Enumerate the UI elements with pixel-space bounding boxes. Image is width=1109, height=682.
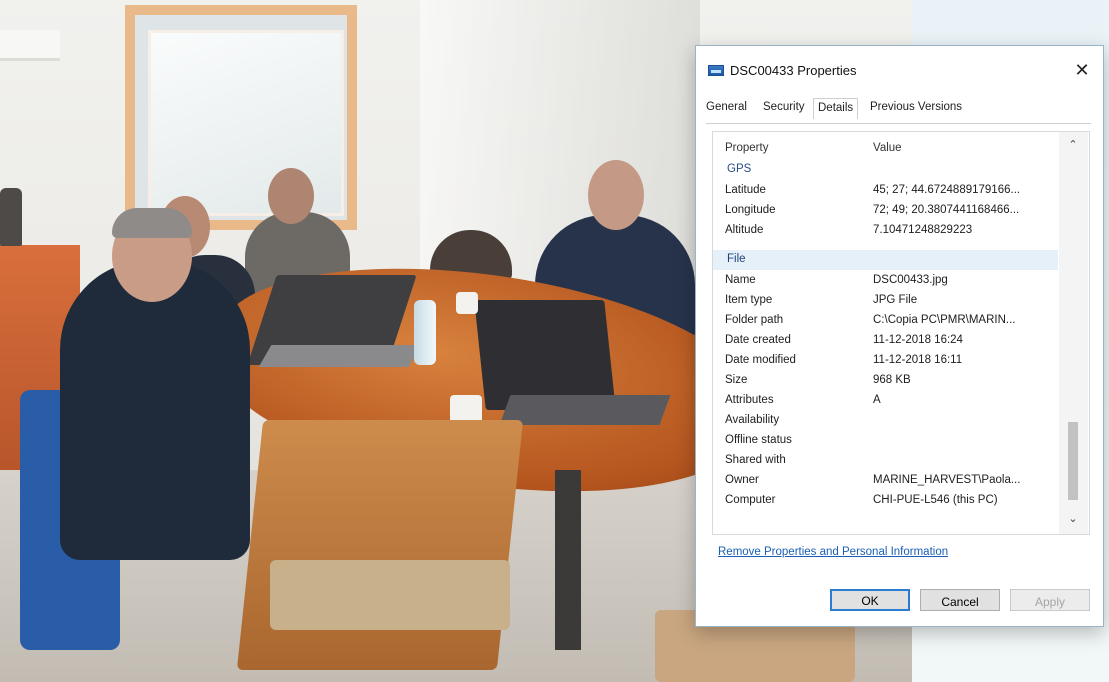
person-1-body bbox=[60, 260, 250, 560]
close-icon[interactable]: ✕ bbox=[1068, 56, 1096, 84]
window-pane bbox=[148, 30, 344, 216]
property-row[interactable]: Folder path C:\Copia PC\PMR\MARIN... bbox=[713, 311, 1058, 331]
scroll-thumb[interactable] bbox=[1068, 422, 1078, 500]
property-value: A bbox=[873, 394, 881, 406]
property-name: Date modified bbox=[725, 354, 796, 366]
property-row[interactable]: Owner MARINE_HARVEST\Paola... bbox=[713, 471, 1058, 491]
property-row[interactable]: Date created 11-12-2018 16:24 bbox=[713, 331, 1058, 351]
property-row[interactable]: Date modified 11-12-2018 16:11 bbox=[713, 351, 1058, 371]
column-header-value[interactable]: Value bbox=[873, 142, 902, 154]
property-name: Item type bbox=[725, 294, 773, 306]
property-row[interactable]: Item type JPG File bbox=[713, 291, 1058, 311]
property-row[interactable]: Shared with bbox=[713, 451, 1058, 471]
property-row[interactable]: Latitude 45; 27; 44.6724889179166... bbox=[713, 181, 1058, 201]
laptop-base-left bbox=[258, 345, 422, 367]
property-value: JPG File bbox=[873, 294, 918, 306]
property-row[interactable]: Attributes A bbox=[713, 391, 1058, 411]
tab-general[interactable]: General bbox=[706, 101, 747, 113]
air-conditioner bbox=[0, 30, 60, 61]
property-name: Longitude bbox=[725, 204, 776, 216]
group-file: File bbox=[713, 250, 1058, 270]
tab-previous-versions[interactable]: Previous Versions bbox=[870, 101, 962, 113]
ok-button[interactable]: OK bbox=[830, 589, 910, 611]
property-name: Size bbox=[725, 374, 748, 386]
table-leg bbox=[555, 470, 581, 650]
property-value: C:\Copia PC\PMR\MARIN... bbox=[873, 314, 1016, 326]
thermos bbox=[0, 188, 22, 246]
vertical-scrollbar[interactable]: ⌃ ⌄ bbox=[1059, 132, 1088, 534]
remove-properties-link[interactable]: Remove Properties and Personal Informati… bbox=[718, 546, 948, 558]
property-value: 45; 27; 44.6724889179166... bbox=[873, 184, 1021, 196]
laptop-base-right bbox=[499, 395, 671, 425]
property-name: Offline status bbox=[725, 434, 792, 446]
property-value: DSC00433.jpg bbox=[873, 274, 948, 286]
property-row[interactable]: Computer CHI-PUE-L546 (this PC) bbox=[713, 491, 1058, 511]
group-label: File bbox=[727, 253, 746, 265]
property-row[interactable]: Altitude 7.10471248829223 bbox=[713, 221, 1058, 241]
tab-strip: General Security Details Previous Versio… bbox=[706, 98, 1096, 122]
property-row[interactable]: Name DSC00433.jpg bbox=[713, 271, 1058, 291]
group-label: GPS bbox=[727, 163, 752, 175]
chevron-up-icon[interactable]: ⌃ bbox=[1067, 140, 1079, 151]
chair-seat bbox=[270, 560, 510, 630]
group-gps: GPS bbox=[713, 160, 1058, 180]
property-row[interactable]: Size 968 KB bbox=[713, 371, 1058, 391]
tab-details[interactable]: Details bbox=[813, 98, 859, 119]
tab-security[interactable]: Security bbox=[763, 101, 805, 113]
property-name: Availability bbox=[725, 414, 780, 426]
property-value: 968 KB bbox=[873, 374, 911, 386]
property-name: Name bbox=[725, 274, 756, 286]
person-1-hair bbox=[112, 208, 192, 238]
dialog-title: DSC00433 Properties bbox=[730, 63, 857, 78]
water-bottle bbox=[414, 300, 436, 365]
property-value: 11-12-2018 16:24 bbox=[873, 334, 963, 346]
property-value: 72; 49; 20.3807441168466... bbox=[873, 204, 1020, 216]
person-4-head bbox=[588, 160, 644, 230]
property-name: Date created bbox=[725, 334, 791, 346]
properties-dialog: DSC00433 Properties ✕ General Security D… bbox=[695, 45, 1104, 627]
cancel-button[interactable]: Cancel bbox=[920, 589, 1000, 611]
property-row[interactable]: Offline status bbox=[713, 431, 1058, 451]
laptop-screen-right bbox=[474, 300, 616, 410]
property-name: Computer bbox=[725, 494, 776, 506]
chevron-down-icon[interactable]: ⌄ bbox=[1067, 514, 1079, 525]
title-bar[interactable]: DSC00433 Properties ✕ bbox=[696, 46, 1103, 92]
wooden-chair bbox=[236, 420, 524, 670]
tab-divider bbox=[706, 123, 1091, 124]
property-row[interactable]: Availability bbox=[713, 411, 1058, 431]
property-value: CHI-PUE-L546 (this PC) bbox=[873, 494, 998, 506]
coffee-mug-small bbox=[456, 292, 478, 314]
property-name: Altitude bbox=[725, 224, 764, 236]
property-name: Latitude bbox=[725, 184, 766, 196]
apply-button[interactable]: Apply bbox=[1010, 589, 1090, 611]
property-name: Owner bbox=[725, 474, 759, 486]
details-list[interactable]: Property Value GPS Latitude 45; 27; 44.67… bbox=[712, 131, 1090, 535]
property-value: MARINE_HARVEST\Paola... bbox=[873, 474, 1021, 486]
column-header-property[interactable]: Property bbox=[725, 142, 768, 154]
property-row[interactable]: Longitude 72; 49; 20.3807441168466... bbox=[713, 201, 1058, 221]
property-name: Folder path bbox=[725, 314, 784, 326]
property-value: 11-12-2018 16:11 bbox=[873, 354, 963, 366]
property-name: Shared with bbox=[725, 454, 786, 466]
property-name: Attributes bbox=[725, 394, 774, 406]
file-icon bbox=[708, 65, 724, 76]
property-value: 7.10471248829223 bbox=[873, 224, 973, 236]
person-3-head bbox=[268, 168, 314, 224]
